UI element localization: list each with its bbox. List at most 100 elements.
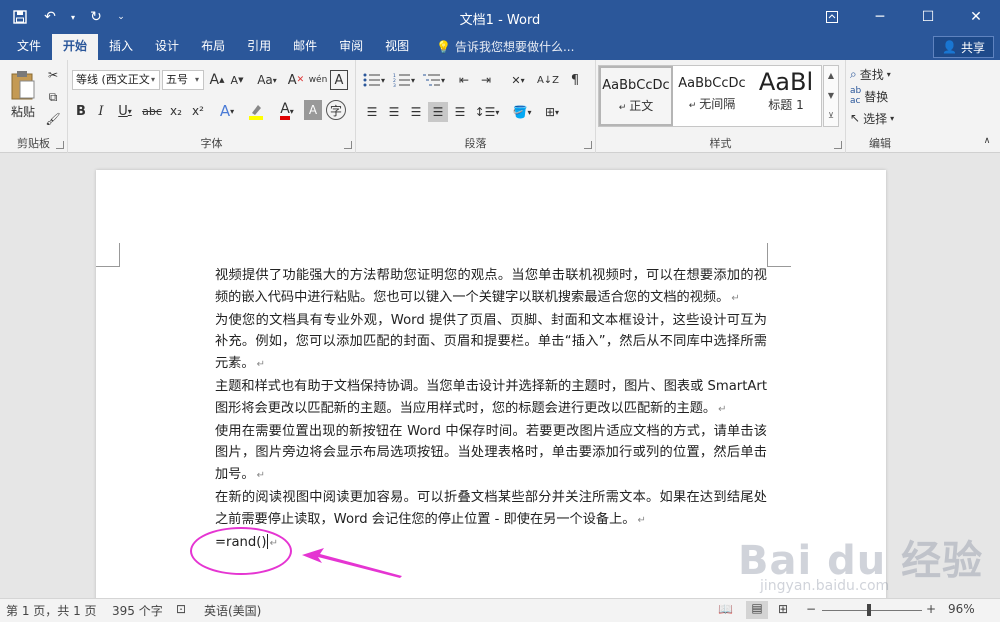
- print-layout-icon[interactable]: ▤: [746, 601, 768, 619]
- lightbulb-icon: 💡: [436, 40, 451, 54]
- multilevel-list-icon[interactable]: ▾: [420, 70, 448, 90]
- gallery-scroll[interactable]: ▲ ▼ ⊻: [823, 65, 839, 127]
- document-body[interactable]: 视频提供了功能强大的方法帮助您证明您的观点。当您单击联机视频时，可以在想要添加的…: [215, 265, 767, 554]
- paragraph-mark: ↵: [256, 470, 265, 482]
- replace-button[interactable]: ab ac 替换: [850, 86, 912, 106]
- highlight-icon[interactable]: [244, 100, 270, 122]
- maximize-icon[interactable]: ☐: [904, 0, 952, 34]
- chevron-down-icon: ▾: [194, 75, 199, 84]
- tab-references[interactable]: 引用: [236, 34, 282, 60]
- tab-home[interactable]: 开始: [52, 34, 99, 60]
- formula-line: =rand() ↵: [215, 532, 767, 555]
- zoom-out-icon[interactable]: −: [806, 602, 816, 616]
- font-name-combo[interactable]: 等线 (西文正文 ▾: [72, 70, 160, 90]
- format-painter-icon[interactable]: 🖌: [44, 110, 62, 128]
- proofing-icon[interactable]: ⊡: [176, 602, 186, 616]
- gallery-more-icon[interactable]: ⊻: [824, 106, 838, 126]
- clipboard-group: 粘贴 ✂ ⧉ 🖌 剪贴板: [0, 60, 68, 153]
- language-status[interactable]: 英语(美国): [204, 602, 261, 619]
- font-group-label: 字体: [200, 137, 223, 150]
- styles-launcher-icon[interactable]: [834, 141, 842, 149]
- styles-group-label: 样式: [709, 137, 732, 150]
- bold-button[interactable]: B: [72, 100, 90, 122]
- paragraph-launcher-icon[interactable]: [584, 141, 592, 149]
- borders-icon[interactable]: ⊞ ▾: [538, 102, 566, 122]
- page-count[interactable]: 第 1 页，共 1 页: [6, 602, 97, 619]
- font-size-combo[interactable]: 五号 ▾: [162, 70, 204, 90]
- chinese-layout-icon[interactable]: ✕ ▾: [504, 70, 532, 90]
- clear-format-icon[interactable]: A ✕: [286, 70, 306, 90]
- read-mode-icon[interactable]: 📖: [718, 602, 733, 616]
- subscript-button[interactable]: x₂: [166, 100, 186, 122]
- tab-design[interactable]: 设计: [144, 34, 190, 60]
- clipboard-launcher-icon[interactable]: [56, 141, 64, 149]
- style-name: ↵ 正文: [618, 99, 654, 113]
- sort-icon[interactable]: A↓Z: [536, 70, 560, 90]
- paste-button[interactable]: 粘贴: [6, 64, 40, 124]
- font-name-value: 等线 (西文正文: [76, 73, 150, 86]
- numbering-icon[interactable]: 1 2 3 ▾: [390, 70, 418, 90]
- bullets-icon[interactable]: ▾: [360, 70, 388, 90]
- zoom-slider[interactable]: [822, 610, 922, 611]
- tab-mailings[interactable]: 邮件: [282, 34, 328, 60]
- tell-me-box[interactable]: 💡 告诉我您想要做什么...: [436, 34, 574, 60]
- font-color-icon[interactable]: A ▾: [274, 100, 300, 122]
- distributed-icon[interactable]: ☰: [450, 102, 470, 122]
- enclose-characters-icon[interactable]: 字: [326, 100, 346, 120]
- paragraph-text: 在新的阅读视图中阅读更加容易。可以折叠文档某些部分并关注所需文本。如果在达到结尾…: [215, 489, 767, 527]
- style-no-spacing[interactable]: AaBbCcDc ↵ 无间隔: [675, 66, 749, 126]
- shading-icon[interactable]: 🪣 ▾: [508, 102, 536, 122]
- style-name-text: 无间隔: [699, 97, 736, 111]
- increase-indent-icon[interactable]: ⇥: [476, 70, 496, 90]
- share-button[interactable]: 👤 共享: [933, 36, 994, 58]
- align-left-icon[interactable]: ☰: [362, 102, 382, 122]
- style-heading-1[interactable]: AaBl 标题 1: [751, 66, 821, 126]
- align-right-icon[interactable]: ☰: [406, 102, 426, 122]
- decrease-indent-icon[interactable]: ⇤: [454, 70, 474, 90]
- select-button[interactable]: ↖ 选择 ▾: [850, 108, 912, 128]
- italic-button[interactable]: I: [92, 100, 110, 122]
- paragraph-text: 视频提供了功能强大的方法帮助您证明您的观点。当您单击联机视频时，可以在想要添加的…: [215, 268, 767, 305]
- find-button[interactable]: ⌕ 查找 ▾: [850, 64, 912, 84]
- ribbon-display-icon[interactable]: [808, 0, 856, 34]
- collapse-ribbon-icon[interactable]: ∧: [980, 134, 994, 148]
- justify-icon[interactable]: ☰: [428, 102, 448, 122]
- document-paragraph: 使用在需要位置出现的新按钮在 Word 中保存时间。若要更改图片适应文档的方式，…: [215, 421, 767, 487]
- tab-layout[interactable]: 布局: [190, 34, 236, 60]
- change-case-button[interactable]: Aa ▾: [254, 70, 280, 90]
- cut-icon[interactable]: ✂: [44, 66, 62, 84]
- zoom-in-icon[interactable]: +: [926, 602, 936, 616]
- close-icon[interactable]: ✕: [952, 0, 1000, 34]
- minimize-icon[interactable]: ─: [856, 0, 904, 34]
- tab-review[interactable]: 审阅: [328, 34, 374, 60]
- tab-insert[interactable]: 插入: [98, 34, 144, 60]
- character-border-icon[interactable]: A: [330, 70, 348, 90]
- style-normal[interactable]: AaBbCcDc ↵ 正文: [599, 66, 673, 126]
- superscript-button[interactable]: x²: [188, 100, 208, 122]
- text-effects-icon[interactable]: A ▾: [214, 100, 240, 122]
- underline-button[interactable]: U ▾: [112, 100, 138, 122]
- zoom-level[interactable]: 96%: [948, 602, 975, 616]
- shrink-font-icon[interactable]: A ▼: [228, 70, 246, 90]
- gallery-up-icon[interactable]: ▲: [824, 66, 838, 86]
- phonetic-guide-icon[interactable]: wén: [308, 70, 328, 90]
- find-label: 查找: [859, 67, 884, 82]
- align-center-icon[interactable]: ☰: [384, 102, 404, 122]
- word-count[interactable]: 395 个字: [112, 602, 163, 619]
- line-spacing-icon[interactable]: ↕☰ ▾: [474, 102, 500, 122]
- show-formatting-icon[interactable]: ¶: [564, 70, 586, 90]
- web-layout-icon[interactable]: ⊞: [778, 602, 788, 616]
- tab-view[interactable]: 视图: [374, 34, 420, 60]
- character-shading-icon[interactable]: A: [304, 100, 322, 120]
- copy-icon[interactable]: ⧉: [44, 88, 62, 106]
- margin-corner-top-right: [767, 243, 791, 267]
- select-label: 选择: [863, 111, 888, 126]
- strikethrough-button[interactable]: abc: [140, 100, 164, 122]
- font-size-value: 五号: [166, 73, 188, 86]
- font-launcher-icon[interactable]: [344, 141, 352, 149]
- paste-label: 粘贴: [10, 104, 35, 119]
- gallery-down-icon[interactable]: ▼: [824, 86, 838, 106]
- zoom-slider-thumb[interactable]: [867, 604, 871, 616]
- grow-font-icon[interactable]: A ▲: [208, 70, 226, 90]
- tab-file[interactable]: 文件: [6, 34, 52, 60]
